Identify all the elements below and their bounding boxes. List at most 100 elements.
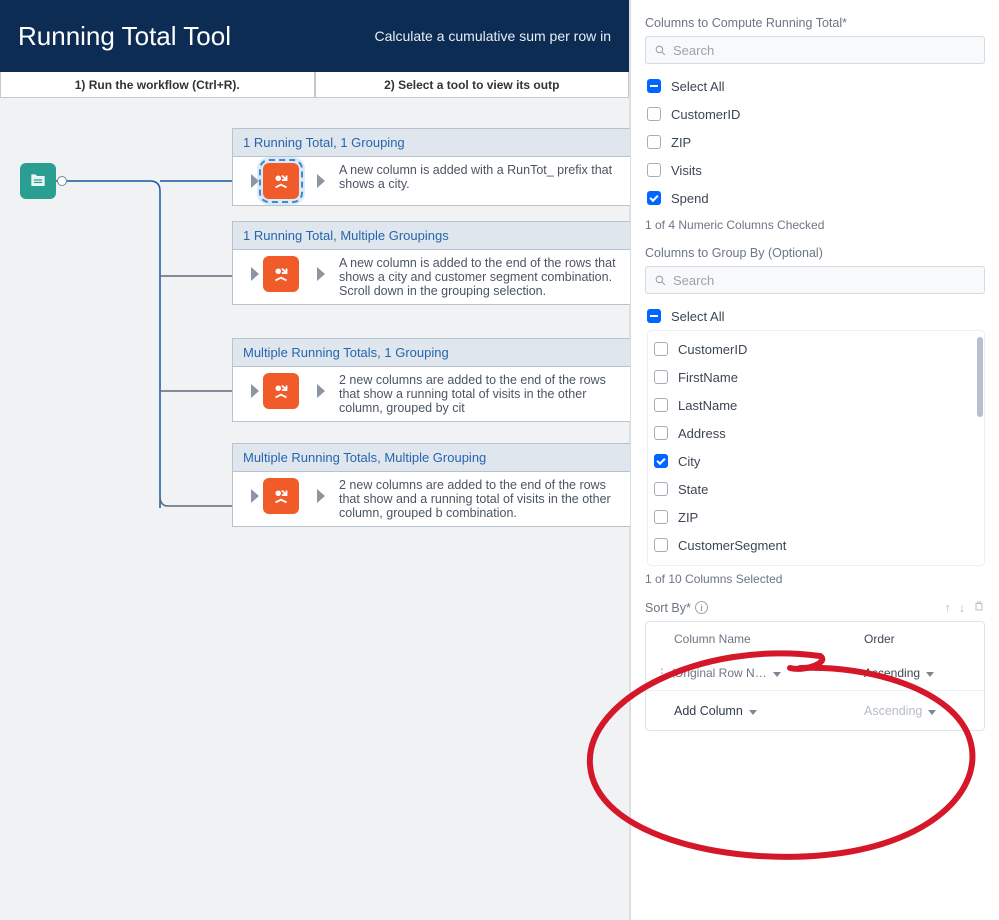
checkbox-icon [654,510,668,524]
compute-column-option[interactable]: ZIP [647,128,985,156]
search-icon [654,274,667,287]
running-total-tool-icon[interactable] [263,163,299,199]
example-header: Multiple Running Totals, Multiple Groupi… [232,443,632,471]
column-label: ZIP [678,510,698,525]
groupby-column-option[interactable]: Address [654,419,980,447]
groupby-column-option[interactable]: City [654,447,980,475]
select-all-compute[interactable]: Select All [647,72,985,100]
example-description: A new column is added to the end of the … [339,256,623,298]
example-body: 2 new columns are added to the end of th… [232,471,632,527]
example-header: 1 Running Total, Multiple Groupings [232,221,632,249]
input-anchor-icon[interactable] [251,174,259,188]
delete-icon[interactable] [973,600,985,615]
checkbox-icon [654,342,668,356]
input-data-tool-icon[interactable] [20,163,56,199]
select-all-label: Select All [671,309,724,324]
groupby-column-option[interactable]: ZIP [654,503,980,531]
sortby-label: Sort By* [645,601,691,615]
output-anchor-icon[interactable] [317,174,325,188]
groupby-search-input[interactable]: Search [645,266,985,294]
move-down-icon[interactable]: ↓ [959,601,965,615]
compute-section-label: Columns to Compute Running Total* [645,16,985,30]
sort-column-select[interactable]: Add Column [674,704,864,718]
instruction-step-2: 2) Select a tool to view its outp [315,72,630,97]
checkbox-icon [654,398,668,412]
groupby-summary: 1 of 10 Columns Selected [645,572,985,586]
checkbox-indeterminate-icon [647,309,661,323]
example-body: 2 new columns are added to the end of th… [232,366,632,422]
example-block-3[interactable]: Multiple Running Totals, 1 Grouping 2 ne… [232,338,632,422]
column-label: Visits [671,163,702,178]
checkbox-icon [654,482,668,496]
sortby-row[interactable]: Add Column Ascending [646,690,984,730]
column-label: State [678,482,708,497]
column-label: FirstName [678,370,738,385]
groupby-section-label: Columns to Group By (Optional) [645,246,985,260]
input-anchor-icon[interactable] [251,267,259,281]
input-anchor-icon[interactable] [251,384,259,398]
column-label: City [678,454,700,469]
column-label: Address [678,426,726,441]
input-anchor-icon[interactable] [251,489,259,503]
checkbox-icon [647,107,661,121]
compute-column-option[interactable]: Visits [647,156,985,184]
checkbox-checked-icon [654,454,668,468]
groupby-column-option[interactable]: CustomerID [654,335,980,363]
title-banner: Running Total Tool Calculate a cumulativ… [0,0,629,72]
workflow-canvas[interactable]: 1 Running Total, 1 Grouping A new column… [0,98,629,920]
example-block-4[interactable]: Multiple Running Totals, Multiple Groupi… [232,443,632,527]
sort-order-select[interactable]: Ascending [864,666,974,680]
column-label: LastName [678,398,737,413]
output-anchor-icon[interactable] [317,384,325,398]
sortby-table: Column Name Order ⋮⋮ Original Row N… Asc… [645,621,985,731]
compute-column-option[interactable]: CustomerID [647,100,985,128]
select-all-label: Select All [671,79,724,94]
chevron-down-icon [926,666,934,680]
move-up-icon[interactable]: ↑ [945,601,951,615]
sortby-header-row: Column Name Order [646,622,984,656]
example-block-1[interactable]: 1 Running Total, 1 Grouping A new column… [232,128,632,206]
chevron-down-icon [928,704,936,718]
groupby-column-option[interactable]: State [654,475,980,503]
compute-search-input[interactable]: Search [645,36,985,64]
output-anchor[interactable] [57,176,67,186]
groupby-column-list: Select All CustomerID FirstName LastName Ad… [647,302,985,566]
info-icon[interactable]: i [695,601,708,614]
compute-summary: 1 of 4 Numeric Columns Checked [645,218,985,232]
workflow-canvas-area: Running Total Tool Calculate a cumulativ… [0,0,630,920]
search-icon [654,44,667,57]
column-label: CustomerSegment [678,538,786,553]
groupby-column-option[interactable]: CustomerSegment [654,531,980,559]
checkbox-icon [654,426,668,440]
running-total-tool-icon[interactable] [263,256,299,292]
output-anchor-icon[interactable] [317,489,325,503]
chevron-down-icon [749,704,757,718]
example-body: A new column is added with a RunTot_ pre… [232,156,632,206]
chevron-down-icon [773,666,781,680]
page-subtitle: Calculate a cumulative sum per row in [374,28,611,44]
sortby-row[interactable]: ⋮⋮ Original Row N… Ascending [646,656,984,690]
sortby-section: Sort By* i ↑ ↓ Column Name Order ⋮⋮ Orig… [645,600,985,731]
example-block-2[interactable]: 1 Running Total, Multiple Groupings A ne… [232,221,632,305]
checkbox-checked-icon [647,191,661,205]
column-label: CustomerID [671,107,740,122]
drag-handle-icon[interactable]: ⋮⋮ [656,666,674,680]
sort-order-select[interactable]: Ascending [864,704,974,718]
page-title: Running Total Tool [18,21,231,52]
running-total-tool-icon[interactable] [263,373,299,409]
groupby-column-option[interactable]: FirstName [654,363,980,391]
output-anchor-icon[interactable] [317,267,325,281]
search-placeholder: Search [673,273,714,288]
groupby-column-option[interactable]: LastName [654,391,980,419]
checkbox-indeterminate-icon [647,79,661,93]
example-header: Multiple Running Totals, 1 Grouping [232,338,632,366]
checkbox-icon [647,163,661,177]
select-all-groupby[interactable]: Select All [647,302,985,330]
instruction-step-1: 1) Run the workflow (Ctrl+R). [0,72,315,97]
checkbox-icon [647,135,661,149]
checkbox-icon [654,370,668,384]
sort-column-select[interactable]: Original Row N… [674,666,864,680]
scrollbar-thumb[interactable] [977,337,983,417]
running-total-tool-icon[interactable] [263,478,299,514]
compute-column-option[interactable]: Spend [647,184,985,212]
